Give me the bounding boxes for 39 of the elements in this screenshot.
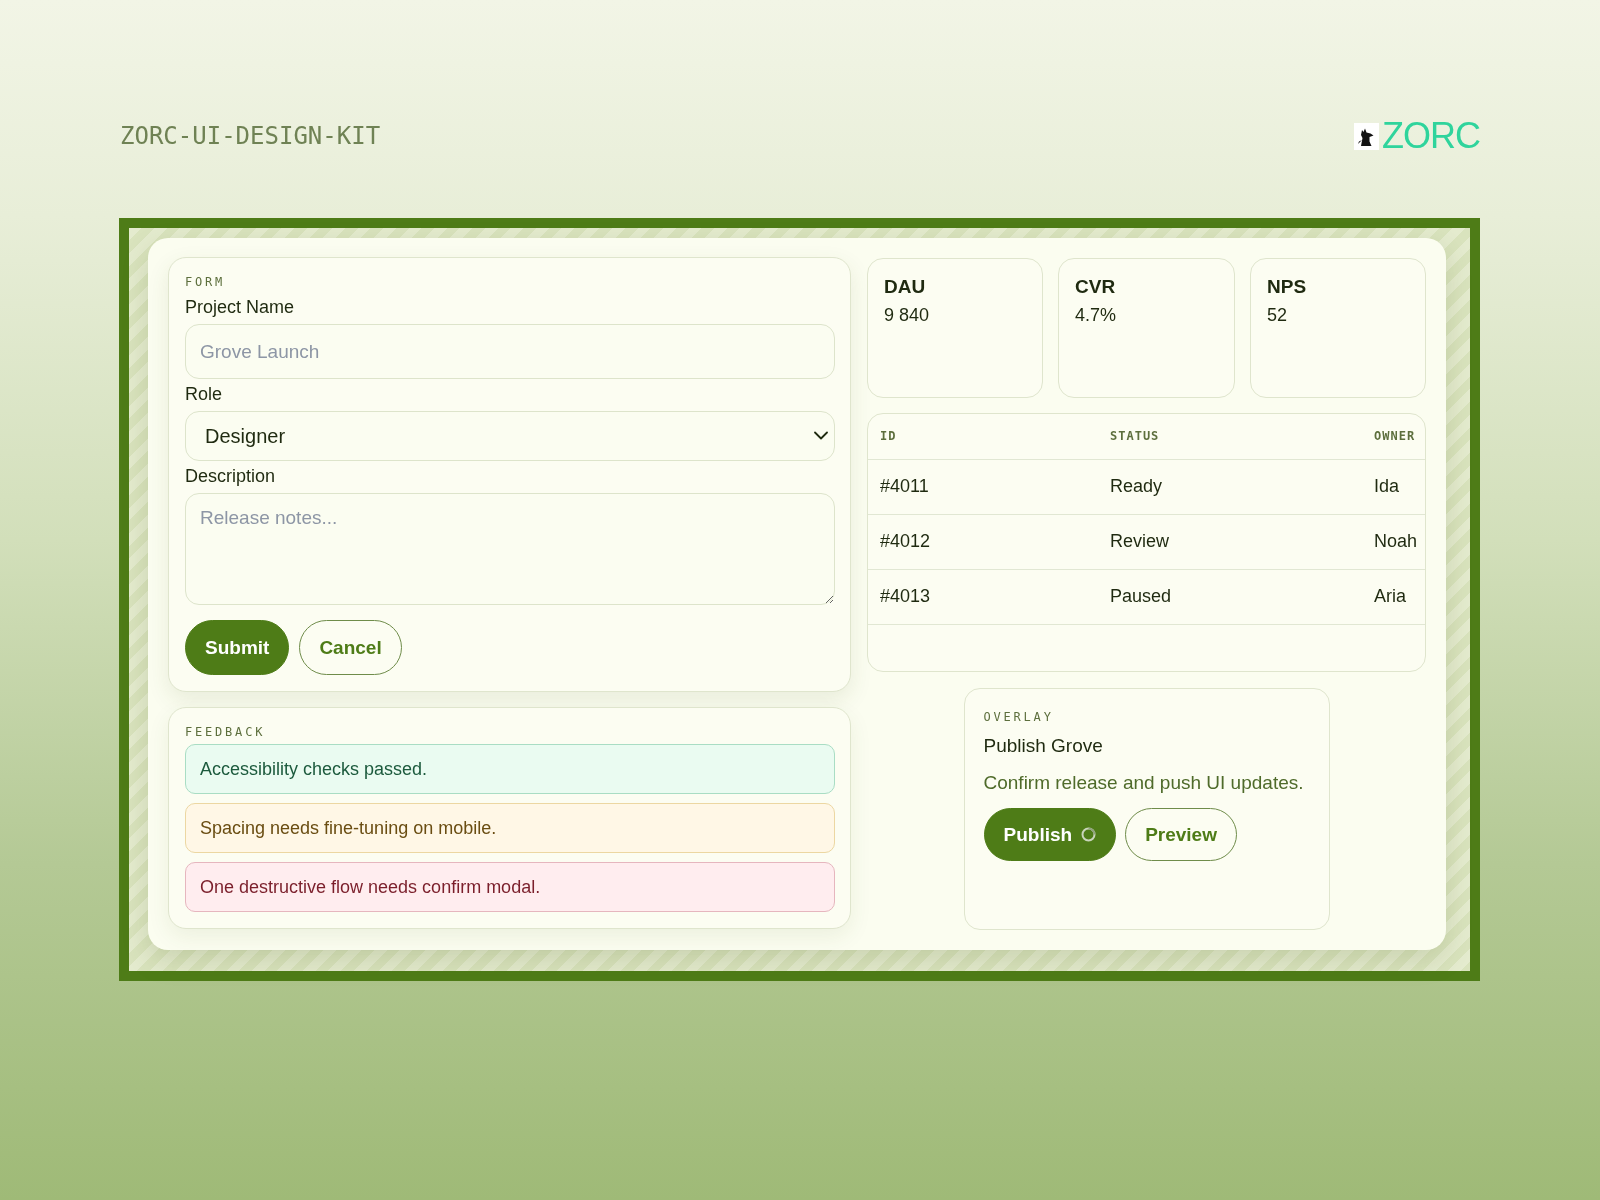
table-cell: Paused [1110,586,1172,607]
section-label: OVERLAY [983,709,1055,725]
warning-alert: Spacing needs fine-tuning on mobile. [185,803,835,853]
textarea-field[interactable]: Release notes... [185,493,835,605]
table-cell: Noah [1374,531,1418,552]
text-input[interactable]: Grove Launch [185,324,835,379]
primary-button[interactable]: Publish [983,808,1117,861]
field-label: Role [185,383,224,405]
stat-label: CVR [1075,275,1117,299]
select-field[interactable]: Designer [185,411,835,461]
table-cell: Review [1110,531,1170,552]
stat-value: 52 [1267,304,1289,327]
table-cell: Ida [1374,476,1400,497]
field-label: Description [185,465,277,487]
field-label: Project Name [185,296,296,318]
kit-title: ZORC-UI-DESIGN-KIT [120,121,381,151]
stat-label: DAU [884,275,927,299]
dialog-title: Publish Grove [983,734,1104,758]
logo-text: ZORC [1382,118,1480,154]
table-cell: #4013 [880,586,931,607]
danger-alert: One destructive flow needs confirm modal. [185,862,835,912]
stat-value: 9 840 [884,304,931,327]
table-cell: Ready [1110,476,1163,497]
dialog-message: Confirm release and push UI updates. [983,771,1305,795]
section-label: FORM [185,274,227,290]
column-header: OWNER [1374,429,1416,444]
dog-icon [1354,122,1379,150]
table-cell: Aria [1374,586,1406,607]
table-cell: #4011 [880,476,929,497]
column-header: STATUS [1110,429,1160,444]
column-header: ID [880,429,897,444]
chevron-down-icon [814,431,828,440]
section-label: FEEDBACK [185,724,267,740]
stat-value: 4.7% [1075,304,1118,327]
stat-label: NPS [1267,275,1308,299]
primary-button[interactable]: Submit [185,620,290,675]
spinner-icon [1081,827,1097,842]
table-cell: #4012 [880,531,931,552]
success-alert: Accessibility checks passed. [185,744,835,794]
